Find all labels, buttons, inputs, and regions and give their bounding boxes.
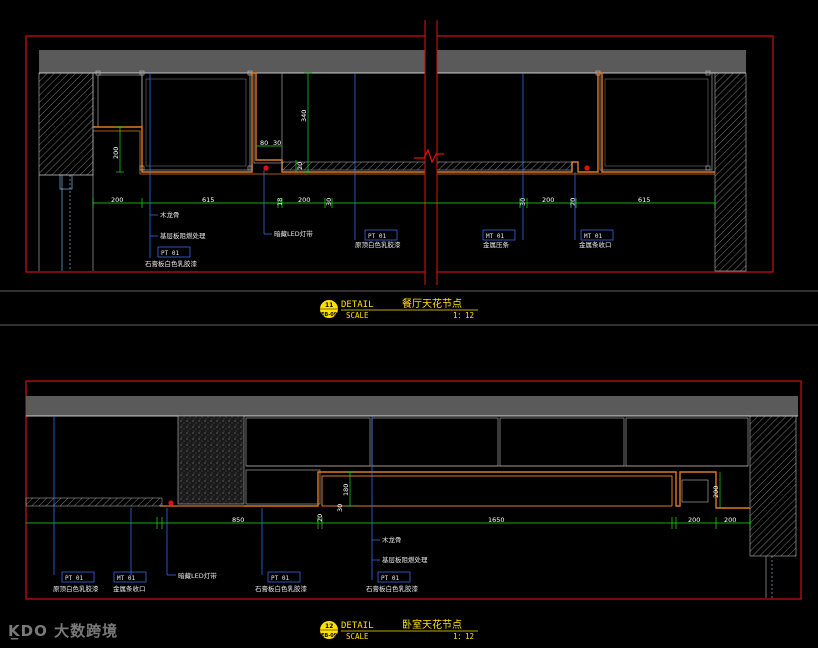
ceiling-profile-left — [93, 72, 425, 173]
label-original-ceiling: 原顶白色乳胶漆 — [355, 240, 401, 249]
ceiling-slab — [26, 396, 798, 416]
svg-text:12: 12 — [325, 623, 333, 630]
dim-200-b: 200 — [298, 196, 310, 204]
dim-850: 850 — [232, 516, 244, 524]
tag-pt-01-c: PT 01 — [381, 575, 399, 582]
dim-200-vertical: 200 — [112, 147, 120, 159]
scale-value: 1：12 — [453, 632, 474, 641]
label-wood-keel: 木龙骨 — [382, 535, 402, 544]
tag-mt-01: MT 01 — [486, 233, 504, 240]
tag-pt-01: PT 01 — [65, 575, 83, 582]
scale-value: 1：12 — [453, 311, 474, 320]
tag-mt-01-b: MT 01 — [584, 233, 602, 240]
label-gypsum-paint-b: 石膏板白色乳胶漆 — [366, 584, 419, 593]
cad-drawing: 200 615 200 200 615 200 340 80 30 20 18 … — [0, 20, 818, 641]
detail-12-drawing: 850 1650 200 200 180 30 20 200 PT 01 原顶白… — [25, 380, 802, 600]
watermark-mark: K̲DO — [8, 622, 48, 640]
detail-11-drawing: 200 615 200 200 615 200 340 80 30 20 18 … — [25, 20, 774, 285]
concrete-column — [177, 415, 245, 505]
scale-label: SCALE — [346, 632, 369, 641]
led-light-icon — [263, 165, 269, 171]
dim-340-vertical: 340 — [300, 110, 308, 122]
detail-label: DETAIL — [341, 621, 374, 631]
detail-label: DETAIL — [341, 300, 374, 310]
label-led-strip: 暗藏LED灯带 — [178, 571, 217, 580]
label-led-strip: 暗藏LED灯带 — [274, 229, 313, 238]
dim-20-b: 20 — [569, 198, 577, 206]
dim-30-vertical: 30 — [336, 504, 344, 512]
right-wall — [749, 415, 797, 557]
scale-label: SCALE — [346, 311, 369, 320]
label-metal-strip: 金属压条 — [483, 240, 510, 249]
gypsum-strip — [25, 497, 163, 507]
watermark-logo: K̲DO 大数跨境 — [8, 620, 118, 641]
svg-text:EB-09: EB-09 — [321, 633, 338, 639]
tag-pt-01: PT 01 — [161, 250, 179, 257]
dim-20: 20 — [296, 162, 304, 170]
ceiling-profile-right — [437, 72, 715, 173]
tag-pt-01-b: PT 01 — [271, 575, 289, 582]
dim-1650: 1650 — [488, 516, 505, 524]
detail-title: 卧室天花节点 — [402, 618, 462, 631]
dim-615-b: 615 — [638, 196, 650, 204]
dim-18: 18 — [276, 198, 284, 206]
dim-200-a: 200 — [111, 196, 123, 204]
dim-180-vertical: 180 — [342, 484, 350, 496]
led-light-icon — [584, 165, 590, 171]
detail-12-title: 12 EB-09 DETAIL 卧室天花节点 SCALE 1：12 — [320, 618, 478, 641]
dim-200-c: 200 — [542, 196, 554, 204]
dim-615-a: 615 — [202, 196, 214, 204]
label-fireproof-board: 基层板阻燃处理 — [160, 231, 206, 240]
label-metal-edge: 金属条收口 — [579, 240, 612, 249]
ceiling-slab — [39, 50, 746, 73]
tag-pt-01-b: PT 01 — [368, 233, 386, 240]
left-wall — [38, 72, 94, 176]
right-wall — [714, 72, 747, 272]
label-metal-edge: 金属条收口 — [113, 584, 146, 593]
label-wood-keel: 木龙骨 — [160, 210, 180, 219]
dim-80: 80 — [260, 139, 268, 147]
watermark-text: 大数跨境 — [54, 622, 119, 640]
label-gypsum-paint: 石膏板白色乳胶漆 — [255, 584, 308, 593]
detail-11-title: 11 EB-09 DETAIL 餐厅天花节点 SCALE 1：12 — [0, 290, 818, 326]
dim-30-b: 30 — [325, 198, 333, 206]
svg-text:EB-09: EB-09 — [321, 312, 338, 318]
led-light-icon — [168, 500, 174, 506]
label-original-ceiling: 原顶白色乳胶漆 — [53, 584, 99, 593]
dim-200-vertical: 200 — [712, 486, 720, 498]
dim-200-b: 200 — [724, 516, 736, 524]
svg-text:11: 11 — [325, 302, 333, 309]
label-gypsum-paint: 石膏板白色乳胶漆 — [145, 259, 198, 268]
dim-20-vertical: 20 — [316, 514, 324, 522]
tag-mt-01: MT 01 — [117, 575, 135, 582]
dim-200: 200 — [688, 516, 700, 524]
dim-30: 30 — [273, 139, 281, 147]
detail-title: 餐厅天花节点 — [402, 297, 462, 310]
label-fireproof-board: 基层板阻燃处理 — [382, 555, 428, 564]
